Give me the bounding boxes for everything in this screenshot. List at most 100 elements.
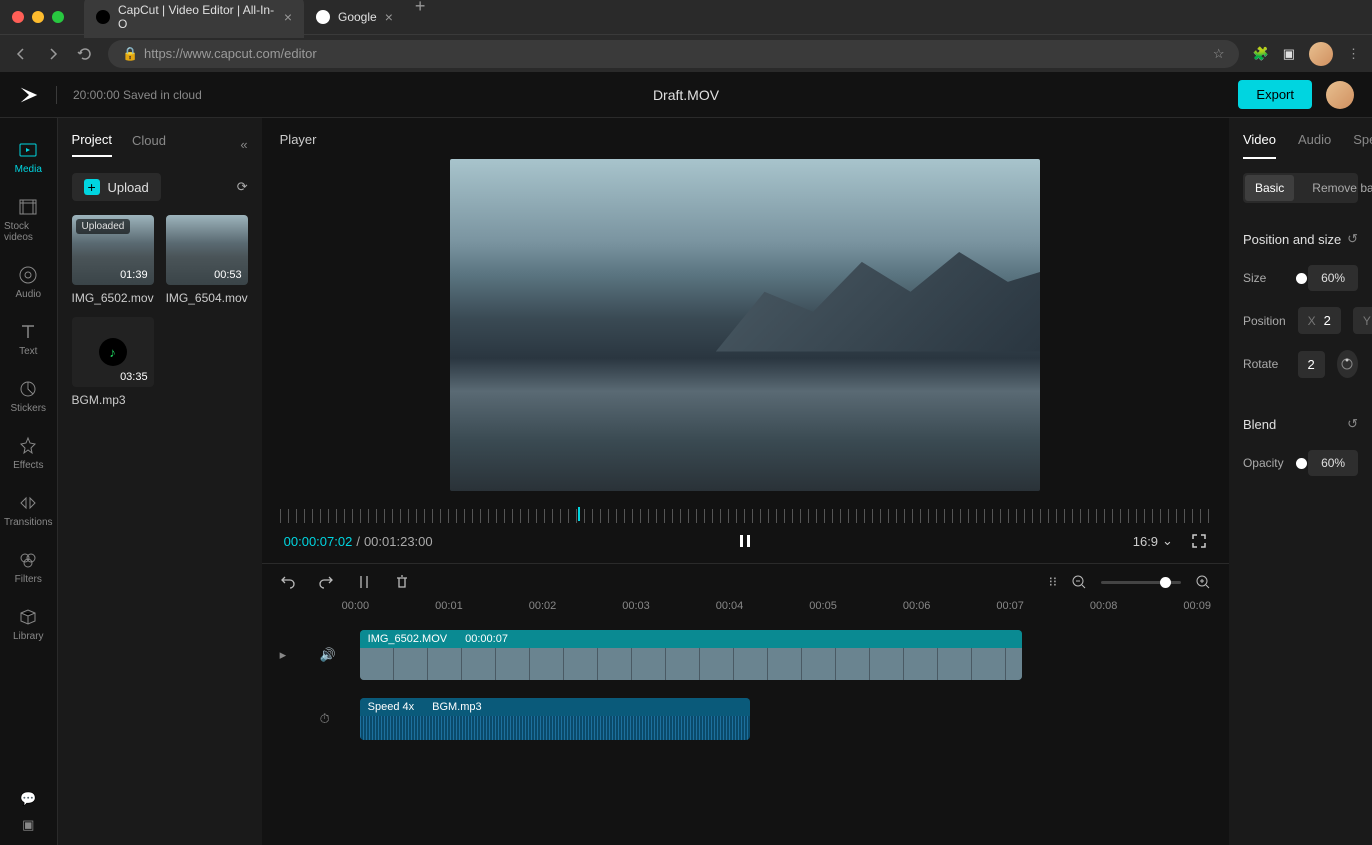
audio-clip[interactable]: Speed 4x BGM.mp3 [360, 698, 750, 740]
delete-icon[interactable] [394, 574, 410, 590]
sidenav-transitions[interactable]: Transitions [0, 485, 57, 536]
new-tab-button[interactable]: + [405, 0, 436, 38]
refresh-icon[interactable]: ⟳ [237, 179, 248, 195]
size-value[interactable]: 60% [1308, 265, 1358, 291]
reset-icon[interactable]: ↺ [1347, 231, 1358, 247]
speed-icon[interactable]: ⏱ [320, 711, 340, 727]
subtab-remove-bg[interactable]: Remove background [1302, 175, 1372, 201]
player-ruler[interactable] [280, 509, 1211, 523]
undo-icon[interactable] [280, 574, 296, 590]
slider-knob[interactable] [1296, 273, 1307, 284]
sidenav-audio[interactable]: Audio [0, 257, 57, 308]
profile-avatar[interactable] [1309, 42, 1333, 66]
video-track: ▸ 🔊 IMG_6502.MOV 00:00:07 [280, 630, 1211, 680]
properties-panel: Video Audio Speed Animation Basic Remove… [1229, 118, 1372, 845]
app-header: 20:00:00 Saved in cloud Draft.MOV Export [0, 72, 1372, 118]
split-icon[interactable] [356, 574, 372, 590]
url-text: https://www.capcut.com/editor [144, 46, 317, 61]
sidenav-text[interactable]: Text [0, 314, 57, 365]
video-canvas[interactable] [450, 159, 1040, 491]
slider-knob[interactable] [1296, 458, 1307, 469]
bookmark-star-icon[interactable]: ☆ [1213, 46, 1225, 62]
zoom-out-icon[interactable] [1071, 574, 1087, 590]
sidenav-filters[interactable]: Filters [0, 542, 57, 593]
sidenav-stickers[interactable]: Stickers [0, 371, 57, 422]
collapse-panel-icon[interactable]: « [240, 137, 247, 152]
aspect-ratio-select[interactable]: 16:9 ⌄ [1133, 533, 1173, 549]
subtab-basic[interactable]: Basic [1245, 175, 1294, 201]
layout-icon[interactable]: ▣ [22, 817, 34, 833]
clip-name: BGM.mp3 [432, 701, 482, 713]
center-area: Player 00:00:07:02 / 00:01:23:00 16:9 ⌄ [262, 118, 1229, 845]
tab-speed[interactable]: Speed [1353, 132, 1372, 159]
close-window[interactable] [12, 11, 24, 23]
extensions-icon[interactable]: 🧩 [1253, 46, 1269, 62]
media-name: IMG_6504.mov [166, 291, 248, 305]
slider-knob[interactable] [1160, 577, 1171, 588]
reload-button[interactable] [76, 45, 94, 63]
clip-header: Speed 4x BGM.mp3 [360, 698, 750, 716]
opacity-label: Opacity [1243, 456, 1284, 470]
tick: 00:07 [996, 600, 1024, 612]
timeline-ruler[interactable]: 00:00 00:01 00:02 00:03 00:04 00:05 00:0… [262, 600, 1229, 612]
browser-menu-icon[interactable]: ⋮ [1347, 46, 1360, 62]
maximize-window[interactable] [52, 11, 64, 23]
zoom-in-icon[interactable] [1195, 574, 1211, 590]
project-title[interactable]: Draft.MOV [653, 87, 719, 103]
media-item[interactable]: ♪ 03:35 BGM.mp3 [72, 317, 154, 407]
panel-icon[interactable]: ▣ [1283, 46, 1295, 62]
close-tab-icon[interactable]: × [284, 9, 292, 25]
tab-project[interactable]: Project [72, 132, 112, 157]
tab-video[interactable]: Video [1243, 132, 1276, 159]
browser-tab-capcut[interactable]: CapCut | Video Editor | All-In-O × [84, 0, 304, 38]
clip-time: 00:00:07 [465, 633, 508, 645]
back-button[interactable] [12, 45, 30, 63]
preview-mode-icon[interactable]: ⁝⁝ [1049, 574, 1057, 590]
pause-button[interactable] [736, 532, 754, 550]
browser-tab-google[interactable]: Google × [304, 0, 405, 38]
x-value: 2 [1324, 313, 1331, 328]
address-bar[interactable]: 🔒 https://www.capcut.com/editor ☆ [108, 40, 1239, 68]
stock-videos-icon [18, 197, 38, 217]
minimize-window[interactable] [32, 11, 44, 23]
video-track-icon[interactable]: ▸ [280, 647, 300, 663]
media-item[interactable]: Uploaded 01:39 IMG_6502.mov [72, 215, 154, 305]
reset-icon[interactable]: ↺ [1347, 416, 1358, 432]
rotate-value: 2 [1308, 357, 1315, 372]
close-tab-icon[interactable]: × [385, 9, 393, 25]
sidenav-library[interactable]: Library [0, 599, 57, 650]
position-y-input[interactable]: Y 2 [1353, 307, 1372, 334]
upload-button[interactable]: + Upload [72, 173, 161, 201]
tab-cloud[interactable]: Cloud [132, 133, 166, 156]
user-avatar[interactable] [1326, 81, 1354, 109]
mute-icon[interactable]: 🔊 [320, 647, 340, 663]
chat-icon[interactable]: 💬 [20, 791, 36, 807]
rotate-dial[interactable] [1337, 350, 1358, 378]
forward-button[interactable] [44, 45, 62, 63]
media-item[interactable]: 00:53 IMG_6504.mov [166, 215, 248, 305]
size-row: Size 60% [1243, 257, 1358, 299]
time-current: 00:00:07:02 [284, 534, 353, 549]
sidenav-label: Library [13, 631, 44, 642]
position-x-input[interactable]: X 2 [1298, 307, 1341, 334]
opacity-value[interactable]: 60% [1308, 450, 1358, 476]
playhead-icon[interactable] [578, 507, 580, 521]
filters-icon [18, 550, 38, 570]
export-button[interactable]: Export [1238, 80, 1312, 109]
rotate-input[interactable]: 2 [1298, 351, 1325, 378]
tab-audio[interactable]: Audio [1298, 132, 1331, 159]
sidenav-media[interactable]: Media [0, 132, 57, 183]
duration: 03:35 [120, 371, 148, 383]
capcut-logo-icon[interactable] [18, 84, 40, 106]
audio-icon [18, 265, 38, 285]
section-title: Position and size [1243, 232, 1341, 247]
sidenav-stock-videos[interactable]: Stock videos [0, 189, 57, 251]
position-label: Position [1243, 314, 1286, 328]
redo-icon[interactable] [318, 574, 334, 590]
sidenav-effects[interactable]: Effects [0, 428, 57, 479]
tick: 00:06 [903, 600, 931, 612]
video-clip[interactable]: IMG_6502.MOV 00:00:07 [360, 630, 1022, 680]
fullscreen-icon[interactable] [1191, 533, 1207, 549]
player-area: Player 00:00:07:02 / 00:01:23:00 16:9 ⌄ [262, 118, 1229, 563]
zoom-slider[interactable] [1101, 581, 1181, 584]
